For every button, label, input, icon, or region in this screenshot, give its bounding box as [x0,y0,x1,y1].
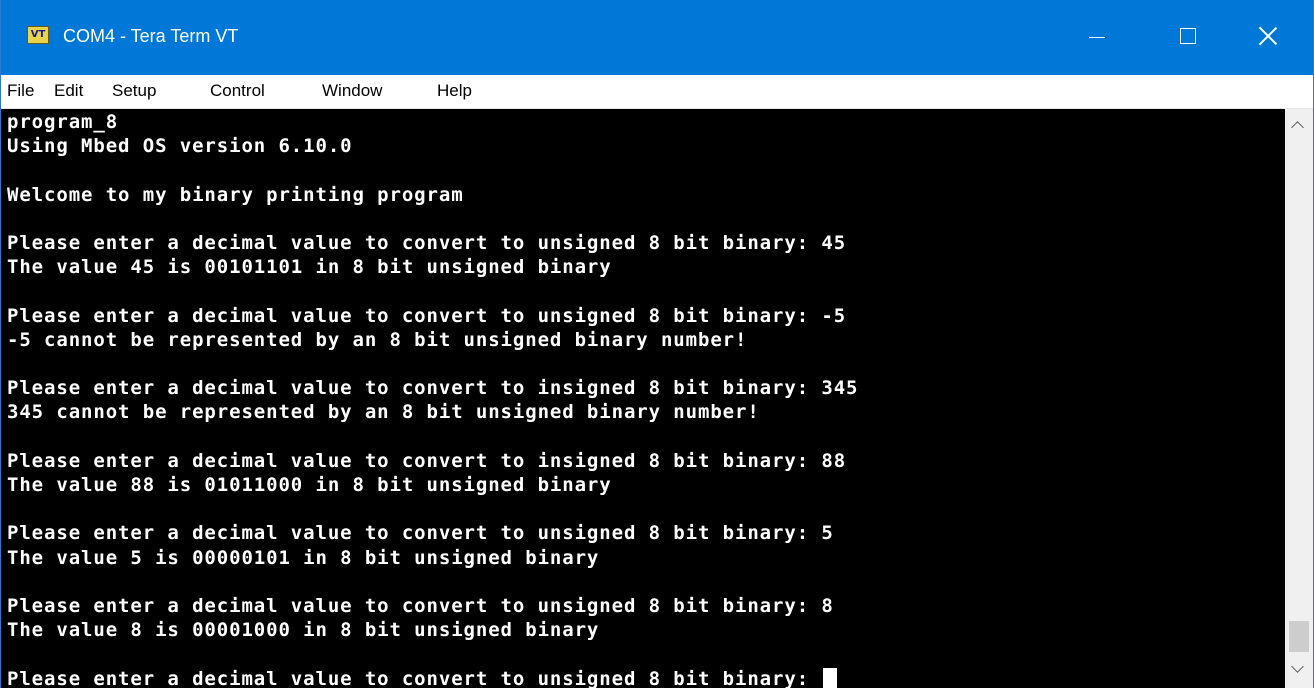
menu-help[interactable]: Help [437,79,472,103]
terminal-line: The value 8 is 00001000 in 8 bit unsigne… [7,619,600,642]
menu-edit[interactable]: Edit [54,79,83,103]
scroll-down-button[interactable] [1285,654,1313,688]
terminal-line: Please enter a decimal value to convert … [7,667,838,688]
menu-bar: File Edit Setup Control Window Help [1,75,1313,109]
terminal-line: Welcome to my binary printing program [7,183,464,206]
tera-term-window: VT COM4 - Tera Term VT File Edit Setup C… [0,0,1314,688]
text-cursor [823,667,838,688]
terminal-line: Using Mbed OS version 6.10.0 [7,135,353,158]
terminal-line: Please enter a decimal value to convert … [7,449,847,472]
app-icon[interactable]: VT [27,26,49,44]
terminal-line: The value 45 is 00101101 in 8 bit unsign… [7,256,612,279]
terminal-line: The value 5 is 00000101 in 8 bit unsigne… [7,546,600,569]
terminal-line: Please enter a decimal value to convert … [7,595,834,617]
menu-file[interactable]: File [7,79,34,103]
maximize-icon [1180,28,1196,44]
terminal-line: -5 cannot be represented by an 8 bit uns… [7,328,748,351]
terminal-line: 345 cannot be represented by an 8 bit un… [7,401,760,424]
terminal-line: Please enter a decimal value to convert … [7,522,834,545]
close-icon [1258,26,1278,46]
terminal-line: The value 88 is 01011000 in 8 bit unsign… [7,474,612,496]
terminal-line: Please enter a decimal value to convert … [7,232,847,254]
menu-setup[interactable]: Setup [112,79,156,103]
terminal-output[interactable]: program_8 Using Mbed OS version 6.10.0 Wel… [7,109,1283,688]
terminal-line: Please enter a decimal value to convert … [7,377,859,400]
close-button[interactable] [1223,0,1313,75]
minimize-icon [1089,37,1105,38]
menu-control[interactable]: Control [210,79,265,103]
minimize-button[interactable] [1053,0,1143,75]
scrollbar-thumb[interactable] [1289,621,1309,652]
terminal-line: program_8 [7,111,119,133]
vertical-scrollbar[interactable] [1285,109,1313,688]
chevron-up-icon [1291,121,1304,134]
window-title: COM4 - Tera Term VT [63,26,239,46]
maximize-button[interactable] [1143,0,1233,75]
menu-window[interactable]: Window [322,79,382,103]
terminal-line: Please enter a decimal value to convert … [7,304,847,327]
chevron-down-icon [1291,660,1304,673]
title-bar[interactable]: VT COM4 - Tera Term VT [1,0,1313,75]
scroll-up-button[interactable] [1285,109,1313,143]
